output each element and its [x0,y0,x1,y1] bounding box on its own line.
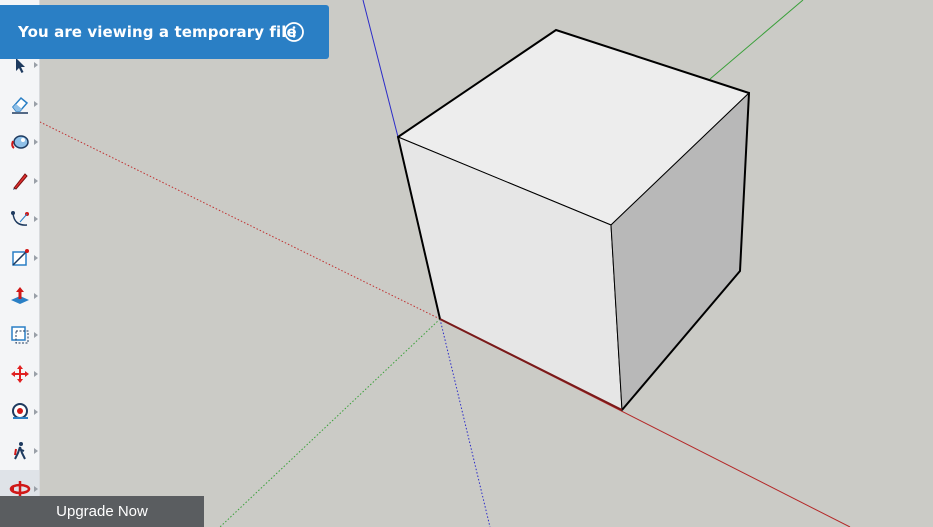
banner-text: You are viewing a temporary file [18,23,297,41]
tool-palette [0,0,40,527]
eraser-tool[interactable] [0,85,39,123]
tape-measure-icon [11,403,28,419]
paint-bucket-tool[interactable] [0,123,39,161]
move-icon [10,365,29,383]
walk-tool[interactable] [0,432,39,470]
arc-tool[interactable] [0,200,39,238]
offset-icon [10,326,28,344]
blue-axis-negative [439,318,491,527]
rectangle-icon [11,249,29,266]
temporary-file-banner: You are viewing a temporary file [0,5,329,59]
blue-axis-positive [362,0,399,138]
upgrade-now-button[interactable]: Upgrade Now [0,496,204,527]
tape-measure-tool[interactable] [0,393,39,431]
push-pull-tool[interactable] [0,277,39,315]
green-axis-negative [219,318,441,527]
offset-tool[interactable] [0,316,39,354]
walk-icon [13,442,26,460]
rectangle-tool[interactable] [0,239,39,277]
info-icon[interactable] [283,21,305,43]
paint-bucket-icon [10,135,29,149]
push-pull-icon [10,287,29,304]
pencil-icon [12,173,28,190]
arc-icon [10,211,29,226]
model-viewport[interactable] [0,0,933,527]
line-tool[interactable] [0,162,39,200]
eraser-icon [11,96,28,114]
move-tool[interactable] [0,355,39,393]
green-axis-positive [709,0,804,80]
red-axis-negative [39,121,441,320]
